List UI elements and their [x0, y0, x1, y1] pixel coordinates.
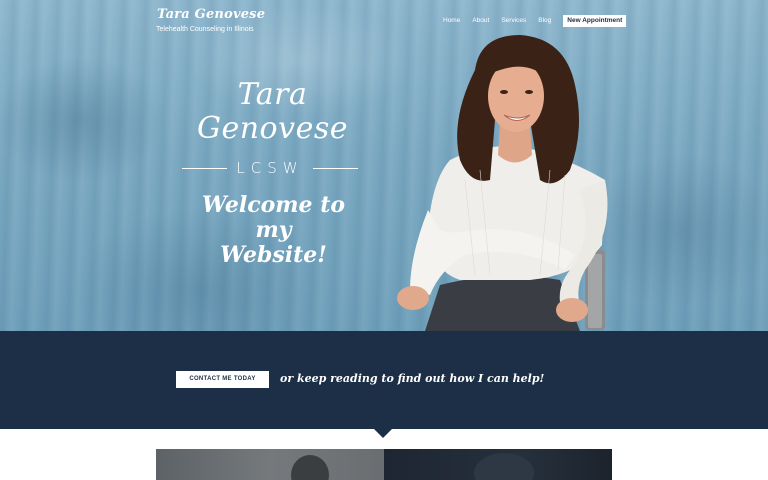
nav-about[interactable]: About [472, 15, 489, 27]
hero-section: Tara Genovese Telehealth Counseling in I… [0, 0, 768, 331]
credential-text: LCSW [236, 159, 304, 177]
divider-left [182, 167, 227, 169]
cta-band-text: or keep reading to find out how I can he… [280, 372, 545, 385]
welcome-line-1: Welcome to my [201, 192, 346, 243]
feature-image-right [384, 449, 612, 480]
feature-image-left [156, 449, 384, 480]
dark-image-shape [474, 453, 534, 480]
main-nav: Home About Services Blog New Appointment [443, 15, 627, 27]
chair-highlight [588, 254, 602, 328]
hero-name: Tara Genovese [190, 78, 355, 146]
hero-name-first: Tara [237, 77, 308, 112]
cta-band: CONTACT ME TODAY or keep reading to find… [0, 331, 768, 429]
welcome-line-2: Website! [220, 242, 327, 268]
portrait-photo [397, 35, 608, 331]
divider-right [313, 167, 358, 169]
site-logo-subtitle: Telehealth Counseling in Illinois [156, 26, 254, 33]
site-logo-title[interactable]: Tara Genovese [157, 7, 265, 22]
band-pointer-arrow [374, 429, 392, 438]
nav-services[interactable]: Services [501, 15, 526, 27]
contact-me-button[interactable]: CONTACT ME TODAY [176, 371, 269, 388]
jeans [425, 276, 580, 331]
nav-home[interactable]: Home [443, 15, 460, 27]
hero-name-last: Genovese [197, 111, 348, 146]
credential-row: LCSW [182, 158, 358, 178]
new-appointment-button[interactable]: New Appointment [563, 15, 627, 27]
left-eye [500, 90, 508, 94]
welcome-heading: Welcome to my Website! [186, 193, 361, 268]
person-silhouette [291, 455, 329, 480]
nav-blog[interactable]: Blog [538, 15, 551, 27]
right-eye [525, 90, 533, 94]
right-hand [556, 298, 588, 322]
left-hand [397, 286, 429, 310]
